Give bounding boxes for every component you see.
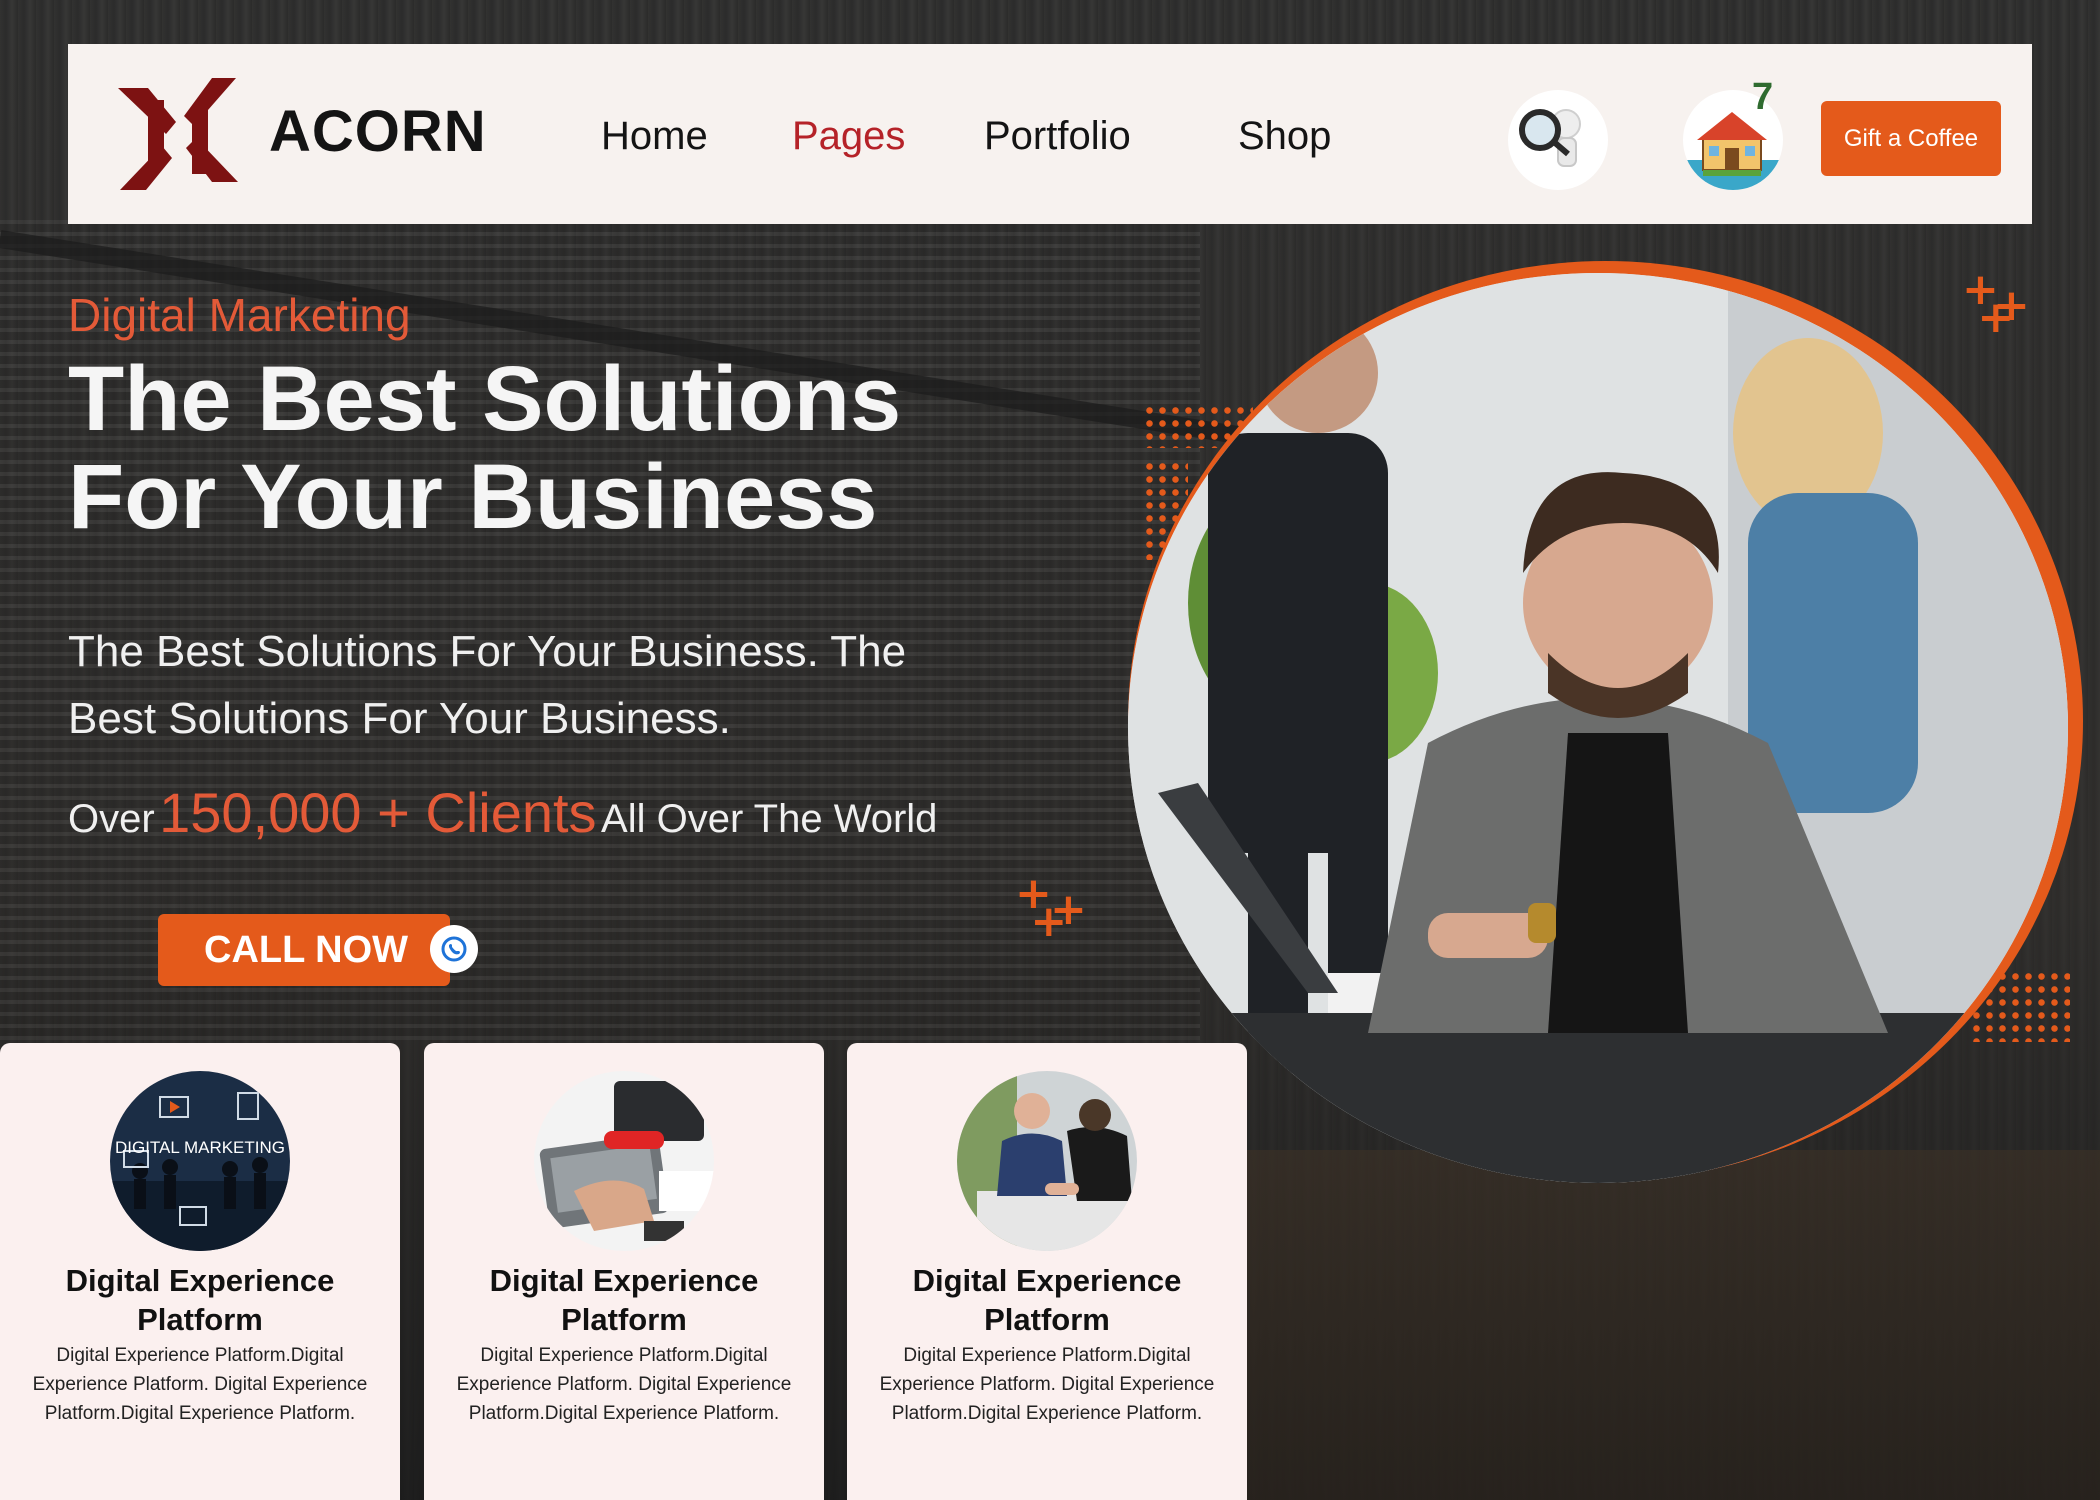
nav-home[interactable]: Home — [601, 114, 708, 159]
hero-headline-line1: The Best Solutions — [68, 348, 902, 450]
hero-subtext: The Best Solutions For Your Business. Th… — [68, 627, 907, 743]
hero-photo-businessman — [1128, 273, 2068, 1183]
clients-prefix: Over — [68, 797, 155, 841]
gift-coffee-button[interactable]: Gift a Coffee — [1821, 101, 2001, 176]
feature-card-2[interactable]: Digital Experience Platform Digital Expe… — [424, 1043, 824, 1500]
nav-portfolio[interactable]: Portfolio — [984, 114, 1131, 159]
hero-headline: The Best Solutions For Your Business — [68, 350, 968, 546]
magnifier-figure-icon[interactable] — [1508, 90, 1608, 190]
card-title: Digital Experience Platform — [65, 1263, 335, 1337]
clients-count: 150,000 + Clients — [159, 781, 597, 844]
card-title: Digital Experience Platform — [489, 1263, 759, 1337]
call-now-label: CALL NOW — [204, 928, 409, 971]
site-header: ACORN Home Pages Portfolio Shop 7 Gift a… — [68, 44, 2032, 224]
hero-headline-line2: For Your Business — [68, 446, 878, 548]
feature-card-3[interactable]: Digital Experience Platform Digital Expe… — [847, 1043, 1247, 1500]
clients-line: Over 150,000 + Clients All Over The Worl… — [68, 780, 937, 845]
card-image-handshake — [957, 1071, 1137, 1251]
feature-card-1[interactable]: DIGITAL MARKETING Digital Experience Pla… — [0, 1043, 400, 1500]
card-title: Digital Experience Platform — [912, 1263, 1182, 1337]
clients-suffix: All Over The World — [601, 797, 938, 841]
card-image-laptop-typing — [534, 1071, 714, 1251]
plus-decor-left-2: + — [1050, 884, 1087, 935]
hero-eyebrow: Digital Marketing — [68, 289, 411, 341]
plus-decor-top-2: + — [1993, 280, 2030, 331]
nav-shop[interactable]: Shop — [1238, 114, 1331, 159]
card-body: Digital Experience Platform.Digital Expe… — [32, 1345, 368, 1424]
card-image-caption: DIGITAL MARKETING — [115, 1138, 285, 1157]
card-body: Digital Experience Platform.Digital Expe… — [456, 1345, 792, 1424]
background-floor — [1200, 1150, 2100, 1500]
phone-icon[interactable] — [430, 925, 478, 973]
house-badge: 7 — [1752, 76, 1774, 118]
card-body: Digital Experience Platform.Digital Expe… — [879, 1345, 1215, 1424]
call-now-button[interactable]: CALL NOW — [158, 914, 450, 986]
card-image-digital-marketing: DIGITAL MARKETING — [110, 1071, 290, 1251]
nav-pages[interactable]: Pages — [792, 114, 905, 159]
